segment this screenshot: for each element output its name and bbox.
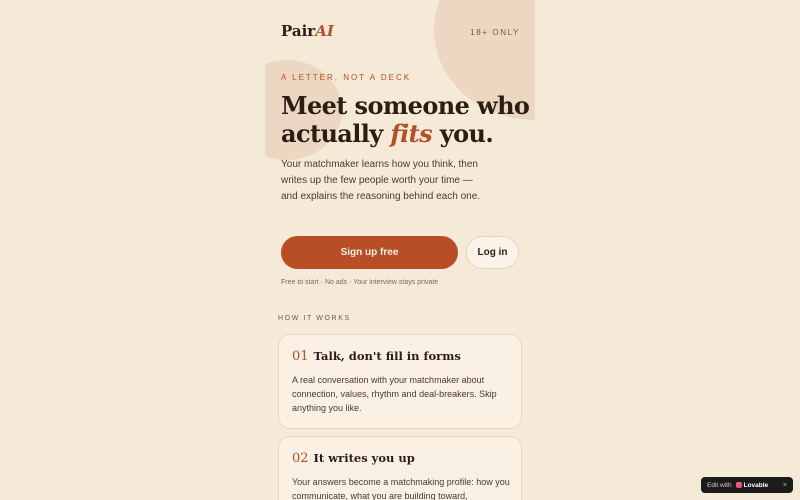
hero-description: Your matchmaker learns how you think, th… [281,159,481,202]
step-card: 02 It writes you up Your answers become a… [278,436,522,500]
lovable-brand-label: Lovable [743,481,769,489]
brand-logo[interactable]: PairAI [281,22,334,40]
brand-name: Pair [281,22,316,40]
step-heading: It writes you up [313,451,415,465]
sign-up-button[interactable]: Sign up free [281,236,458,269]
step-number: 02 [292,451,309,466]
hero-eyebrow: A LETTER, NOT A DECK [281,73,412,82]
landing-page: PairAI 18+ ONLY A LETTER, NOT A DECK Mee… [0,0,800,500]
edit-with-label: Edit with [707,481,732,489]
step-card: 01 Talk, don't fill in forms A real conve… [278,334,522,429]
log-in-button[interactable]: Log in [466,236,519,269]
step-number: 01 [292,349,309,364]
step-title: 02 It writes you up [292,451,415,466]
age-notice: 18+ ONLY [470,28,520,37]
hero-headline: Meet someone who actually fits you. [281,92,541,148]
brand-accent: AI [315,22,334,40]
how-it-works-label: HOW IT WORKS [278,315,351,322]
edit-with-lovable-badge[interactable]: Edit with Lovable × [701,477,793,493]
headline-accent: fits [390,119,433,148]
lovable-logo-icon [735,482,742,488]
step-title: 01 Talk, don't fill in forms [292,349,461,364]
headline-pre: actually [281,119,391,148]
headline-line-1: Meet someone who [281,91,530,120]
step-body: Your answers become a matchmaking profil… [292,477,510,500]
close-icon[interactable]: × [783,482,787,489]
hero-fineprint: Free to start · No ads · Your interview … [281,279,439,286]
step-body: A real conversation with your matchmaker… [292,375,497,413]
headline-post: you. [432,119,494,148]
step-heading: Talk, don't fill in forms [313,349,461,363]
